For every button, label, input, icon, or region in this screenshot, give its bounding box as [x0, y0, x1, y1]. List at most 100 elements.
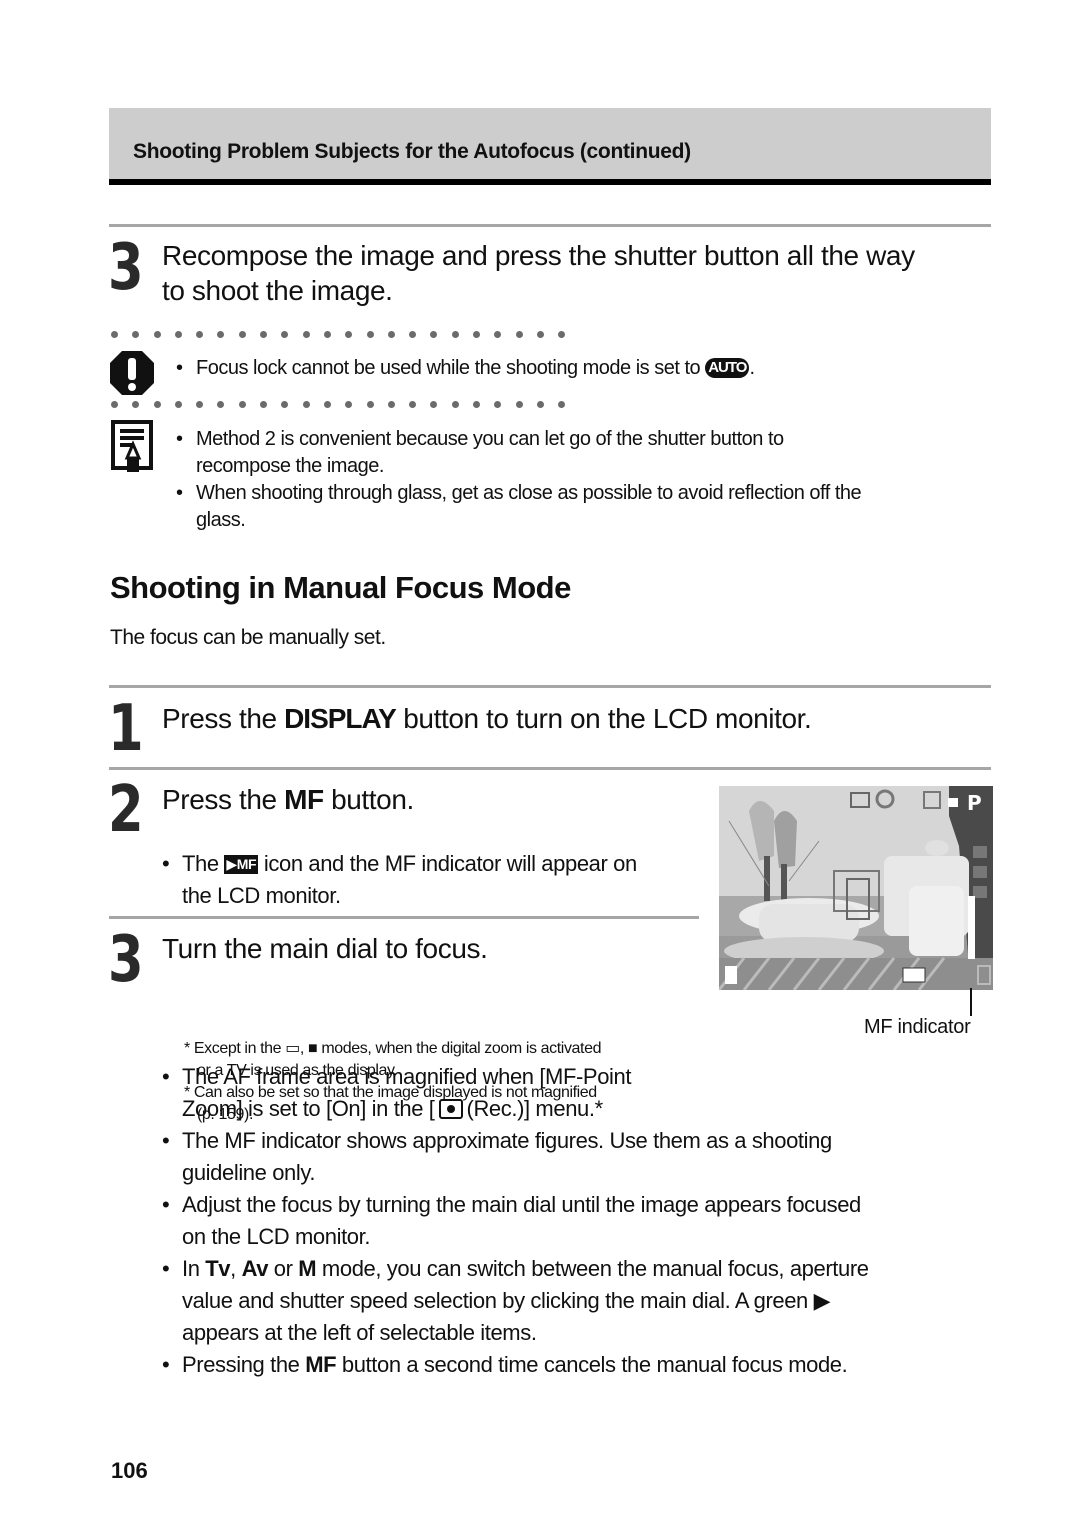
divider-dot [515, 401, 523, 408]
footnote-line: * Can also be set so that the image disp… [184, 1084, 597, 1101]
caution-text-body: Focus lock cannot be used while the shoo… [196, 357, 701, 379]
mf-button-label: MF [305, 1352, 337, 1377]
memo-icon [111, 420, 153, 472]
step2-bullet-text: the LCD monitor. [182, 883, 341, 908]
m-mode-label: M [298, 1256, 317, 1281]
footnote-line: (p. 159). [197, 1106, 253, 1123]
step-number: 1 [108, 692, 144, 766]
display-button-label: DISPLAY [284, 703, 397, 734]
bullet-line: appears at the left of selectable items. [182, 1320, 537, 1345]
note-line: glass. [196, 509, 246, 531]
divider-dot [451, 401, 459, 408]
divider-dot [153, 331, 161, 338]
step-title: Recompose the image and press the shutte… [162, 238, 915, 308]
lcd-scene: P [719, 786, 993, 990]
divider-dot [558, 401, 566, 408]
bullet-line: value and shutter speed selection by cli… [182, 1288, 831, 1313]
note-line: Method 2 is convenient because you can l… [196, 428, 784, 450]
bullet-text: Pressing the [182, 1352, 306, 1377]
step-number: 2 [108, 773, 144, 847]
divider-dot [536, 331, 544, 338]
bullet-item: Adjust the focus by turning the main dia… [162, 1189, 992, 1253]
footnote-line: * Except in the ▭, ■ modes, when the dig… [184, 1040, 602, 1057]
bullet-line: on the LCD monitor. [182, 1224, 371, 1249]
divider-dot [260, 331, 268, 338]
bullet-text: mode, you can switch between the manual … [316, 1256, 869, 1281]
divider-dot [323, 401, 331, 408]
divider-dot [281, 401, 289, 408]
step-title-line: to shoot the image. [162, 275, 393, 306]
divider-dot [238, 401, 246, 408]
bottom-bullets: The MF indicator shows approximate figur… [162, 1125, 992, 1381]
step2-text: button. [323, 784, 414, 815]
step2-bullet-text: icon and the MF indicator will appear on [258, 851, 637, 876]
av-mode-label: Av [241, 1256, 269, 1281]
step2-bullet: The ▶MF icon and the MF indicator will a… [162, 848, 722, 912]
footnotes: * Except in the ▭, ■ modes, when the dig… [184, 1038, 704, 1126]
mf-button-label: MF [284, 784, 324, 815]
section-intro: The focus can be manually set. [110, 626, 386, 649]
step1-text: button to turn on the LCD monitor. [395, 703, 812, 734]
divider-dot [238, 331, 246, 338]
divider-dot [409, 401, 417, 408]
note-item: When shooting through glass, get as clos… [176, 480, 986, 534]
divider-dot [430, 401, 438, 408]
divider-dot [494, 401, 502, 408]
dotted-divider [111, 401, 580, 408]
divider-dot [366, 331, 374, 338]
bullet-item: The MF indicator shows approximate figur… [162, 1125, 992, 1189]
divider-dot [345, 331, 353, 338]
bullet-text: , [230, 1256, 242, 1281]
step3-title: Turn the main dial to focus. [162, 933, 488, 964]
bullet-line: The MF indicator shows approximate figur… [182, 1128, 832, 1153]
dotted-divider [111, 331, 580, 338]
divider-dot [473, 331, 481, 338]
divider-dot [153, 401, 161, 408]
caution-suffix: . [749, 357, 755, 379]
divider-dot [260, 401, 268, 408]
header-bar-underline [109, 179, 991, 185]
note-line: When shooting through glass, get as clos… [196, 482, 862, 504]
divider-dot [451, 331, 459, 338]
header-title: Shooting Problem Subjects for the Autofo… [133, 140, 691, 163]
note-item: Method 2 is convenient because you can l… [176, 426, 986, 480]
bullet-text: or [268, 1256, 299, 1281]
divider-dot [174, 331, 182, 338]
bullet-text: button a second time cancels the manual … [336, 1352, 848, 1377]
mf-indicator-bar [968, 896, 975, 959]
divider-dot [323, 331, 331, 338]
section-title: Shooting in Manual Focus Mode [110, 570, 571, 605]
page-number: 106 [111, 1458, 148, 1483]
divider-dot [196, 401, 204, 408]
caution-icon [110, 351, 154, 395]
step1-title: Press the DISPLAY button to turn on the … [162, 701, 812, 736]
step2-bullet-text: The [182, 851, 225, 876]
divider-dot [366, 401, 374, 408]
footnote-line: or a TV is used as the display. [197, 1062, 398, 1079]
mf-indicator-label: MF indicator [864, 1016, 971, 1038]
divider-dot [387, 401, 395, 408]
note-line: recompose the image. [196, 455, 384, 477]
divider-dot [174, 401, 182, 408]
divider-dot [345, 401, 353, 408]
divider-dot [217, 401, 225, 408]
divider-dot [132, 401, 140, 408]
divider [109, 685, 991, 688]
divider-dot [430, 331, 438, 338]
step2-text: Press the [162, 784, 285, 815]
mf-indicator-leader-line [970, 988, 972, 1016]
bullet-item: In Tv, Av or M mode, you can switch betw… [162, 1253, 992, 1349]
divider-dot [387, 331, 395, 338]
auto-mode-icon: AUTO [705, 358, 750, 378]
step1-text: Press the [162, 703, 285, 734]
divider-dot [132, 331, 140, 338]
divider-dot [494, 331, 502, 338]
bullet-text: In [182, 1256, 206, 1281]
divider-dot [111, 331, 118, 338]
step-number: 3 [108, 923, 144, 997]
divider-dot [111, 401, 118, 408]
divider [109, 224, 991, 227]
divider-dot [536, 401, 544, 408]
divider-dot [409, 331, 417, 338]
divider-dot [558, 331, 566, 338]
